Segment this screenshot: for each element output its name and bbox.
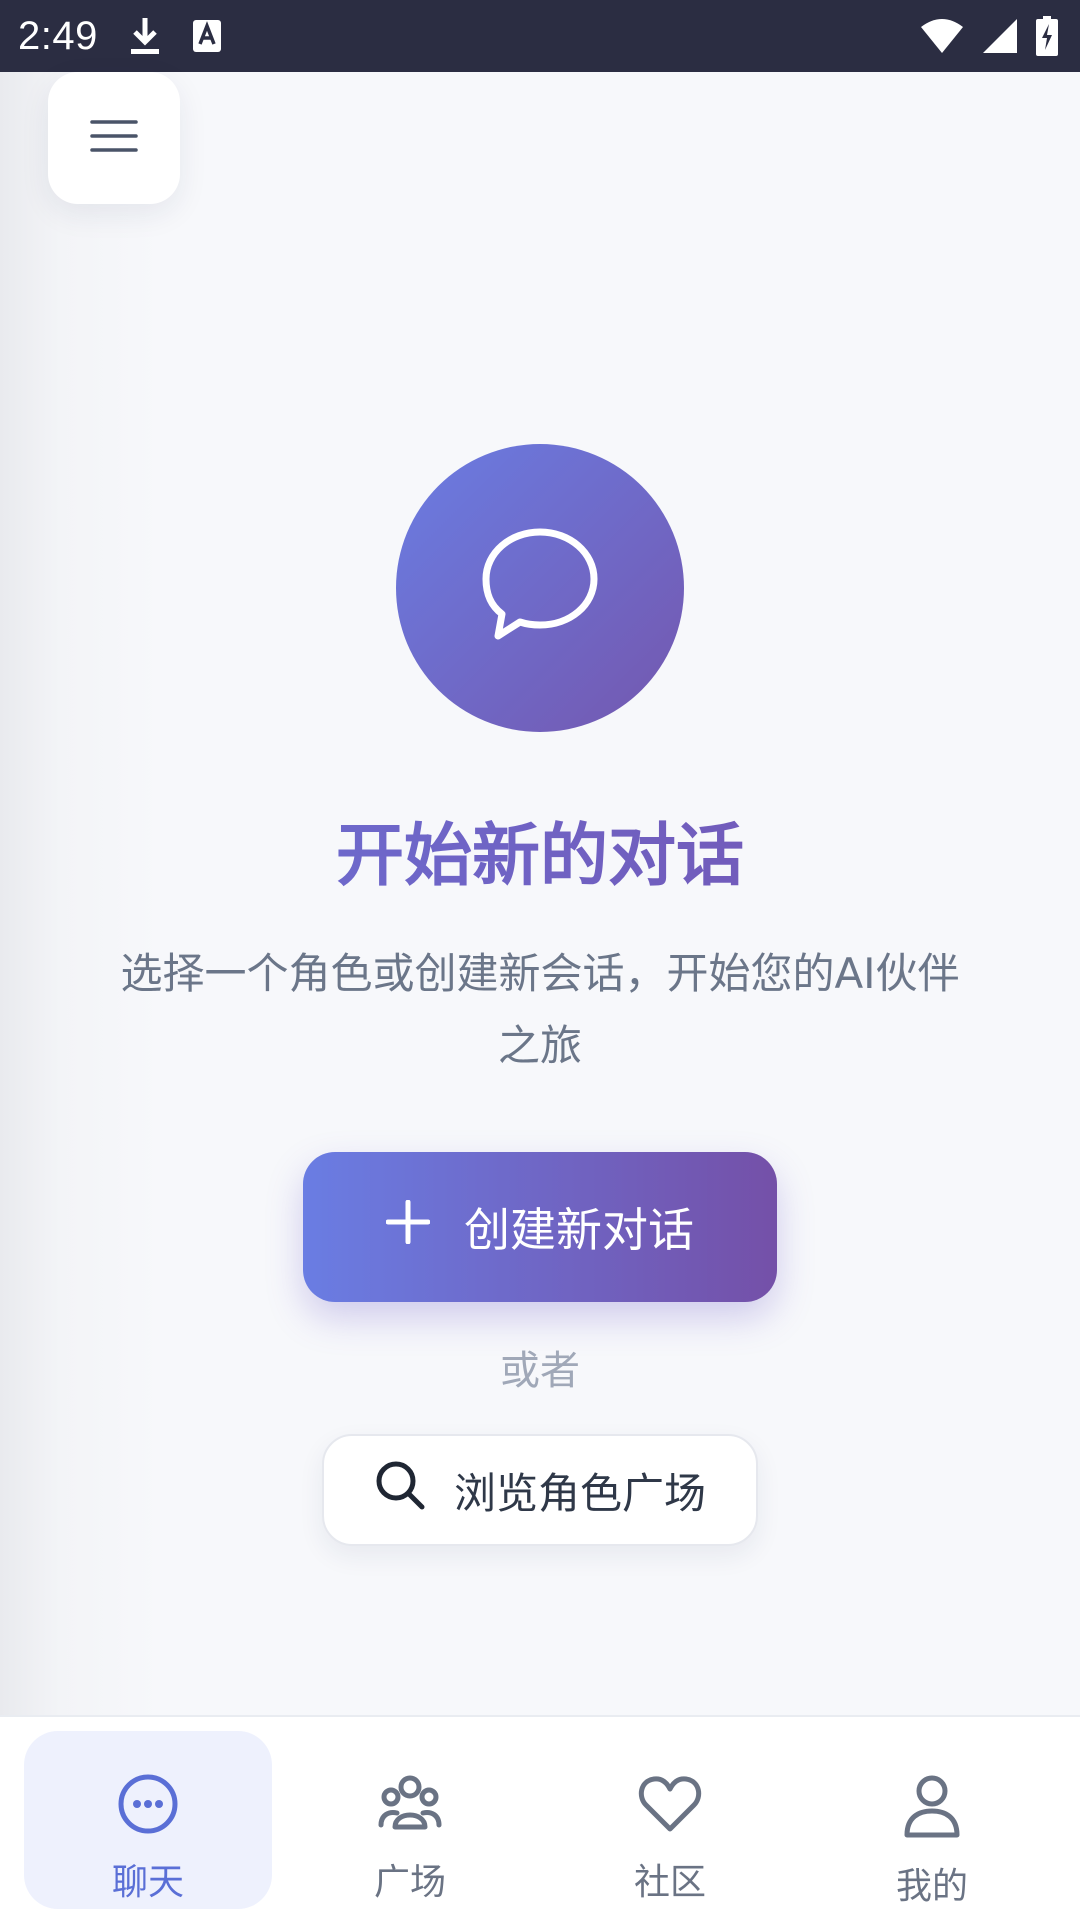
create-new-chat-button[interactable]: 创建新对话: [303, 1152, 777, 1302]
hamburger-menu-icon: [90, 118, 138, 158]
battery-charging-icon: [1036, 16, 1058, 56]
nav-item-plaza[interactable]: 广场: [286, 1731, 534, 1909]
chat-bubble-icon: [478, 526, 602, 650]
nav-item-chat[interactable]: 聊天: [24, 1731, 272, 1909]
nav-item-me[interactable]: 我的: [808, 1731, 1056, 1909]
person-icon: [903, 1773, 961, 1843]
nav-item-community[interactable]: 社区: [546, 1731, 794, 1909]
plus-icon: [385, 1199, 431, 1255]
menu-button[interactable]: [48, 72, 180, 204]
text-a-icon: [192, 19, 222, 53]
chat-dots-icon: [117, 1773, 179, 1839]
status-time: 2:49: [18, 13, 98, 58]
bottom-nav: 聊天 广场 社区 我的: [0, 1715, 1080, 1920]
signal-icon: [982, 18, 1018, 54]
create-new-chat-label: 创建新对话: [464, 1203, 694, 1257]
nav-label-chat: 聊天: [111, 1862, 184, 1903]
status-left: 2:49: [18, 14, 222, 59]
heart-icon: [638, 1773, 702, 1839]
wifi-icon: [920, 18, 964, 54]
page-subtitle: 选择一个角色或创建新会话，开始您的AI伙伴之旅: [120, 949, 960, 1070]
nav-label-me: 我的: [895, 1866, 968, 1907]
or-divider-text: 或者: [500, 1348, 580, 1394]
nav-label-plaza: 广场: [373, 1862, 446, 1903]
group-icon: [377, 1773, 443, 1839]
search-icon: [374, 1459, 426, 1521]
hero-chat-circle: [396, 444, 684, 732]
status-right: [920, 16, 1058, 56]
browse-characters-label: 浏览角色广场: [453, 1468, 706, 1518]
page-title: 开始新的对话: [0, 800, 1080, 899]
status-bar: 2:49: [0, 0, 1080, 72]
download-icon: [128, 16, 162, 56]
browse-characters-button[interactable]: 浏览角色广场: [322, 1434, 758, 1546]
nav-label-community: 社区: [633, 1862, 706, 1903]
